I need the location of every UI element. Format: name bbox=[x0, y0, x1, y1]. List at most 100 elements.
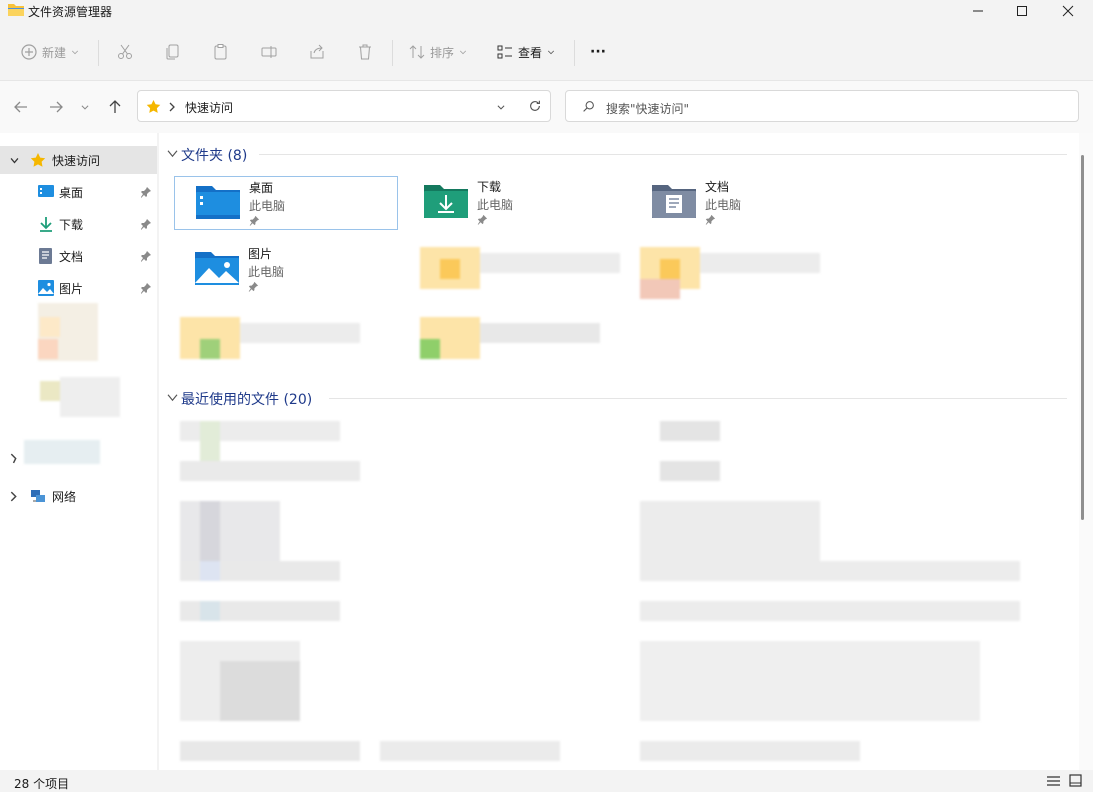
section-divider bbox=[259, 154, 1067, 155]
sidebar-item-network[interactable]: 网络 bbox=[0, 482, 157, 510]
more-button[interactable]: ··· bbox=[590, 38, 606, 66]
new-button[interactable]: 新建 bbox=[20, 38, 80, 66]
rename-button[interactable] bbox=[260, 38, 278, 66]
sidebar-item-quick-access[interactable]: 快速访问 bbox=[0, 146, 157, 174]
up-button[interactable] bbox=[104, 96, 126, 118]
minimize-button[interactable] bbox=[955, 0, 1001, 22]
close-button[interactable] bbox=[1045, 0, 1091, 22]
obscured-label bbox=[24, 440, 100, 464]
folder-icon bbox=[8, 4, 24, 16]
chevron-right-icon[interactable] bbox=[9, 453, 18, 464]
maximize-button[interactable] bbox=[999, 0, 1045, 22]
cut-button[interactable] bbox=[116, 38, 134, 66]
chevron-down-icon bbox=[81, 105, 89, 110]
folder-location: 此电脑 bbox=[249, 199, 286, 213]
arrow-right-icon bbox=[50, 101, 63, 113]
share-button[interactable] bbox=[308, 38, 326, 66]
tiles-view-icon[interactable] bbox=[1069, 774, 1082, 787]
star-icon bbox=[30, 153, 46, 167]
folder-tile-desktop[interactable]: 桌面 此电脑 bbox=[174, 176, 398, 230]
sidebar-item-desktop[interactable]: 桌面 bbox=[0, 178, 157, 206]
content-area: 文件夹 (8) 桌面 此电脑 下载 此电脑 文档 此电脑 图片 此电脑 最近使用… bbox=[159, 133, 1079, 770]
sidebar-item-label: 快速访问 bbox=[52, 154, 101, 168]
folder-name: 下载 bbox=[477, 180, 502, 194]
folder-name: 桌面 bbox=[249, 181, 274, 195]
chevron-down-icon bbox=[547, 50, 555, 55]
sidebar-item-label: 下载 bbox=[59, 218, 84, 232]
chevron-down-icon bbox=[71, 50, 79, 55]
toolbar-separator bbox=[392, 40, 393, 66]
picture-icon bbox=[38, 280, 54, 296]
sidebar-item-label: 图片 bbox=[59, 282, 84, 296]
paste-icon bbox=[214, 44, 227, 60]
copy-button[interactable] bbox=[164, 38, 182, 66]
forward-button[interactable] bbox=[45, 96, 67, 118]
window-title: 文件资源管理器 bbox=[28, 5, 113, 19]
section-divider bbox=[329, 398, 1067, 399]
sidebar-item-documents[interactable]: 文档 bbox=[0, 242, 157, 270]
star-icon bbox=[146, 99, 161, 113]
back-button[interactable] bbox=[10, 96, 32, 118]
chevron-right-icon[interactable] bbox=[9, 491, 18, 502]
sidebar-item-downloads[interactable]: 下载 bbox=[0, 210, 157, 238]
maximize-icon bbox=[1017, 6, 1027, 16]
share-icon bbox=[310, 44, 324, 59]
address-path[interactable]: 快速访问 bbox=[185, 99, 233, 116]
folder-tile-pictures[interactable]: 图片 此电脑 bbox=[174, 243, 398, 297]
obscured-folder-tile bbox=[420, 241, 620, 297]
arrow-up-icon bbox=[109, 100, 121, 113]
delete-button[interactable] bbox=[356, 38, 374, 66]
command-bar: 新建 排序 查看 ··· bbox=[0, 26, 1093, 78]
folder-tile-documents[interactable]: 文档 此电脑 bbox=[631, 176, 855, 230]
obscured-folder-tile bbox=[180, 311, 360, 361]
document-folder-icon bbox=[652, 185, 696, 218]
sort-button[interactable]: 排序 bbox=[408, 38, 468, 66]
plus-circle-icon bbox=[21, 44, 37, 60]
pin-icon bbox=[141, 219, 151, 230]
folder-location: 此电脑 bbox=[248, 265, 285, 279]
download-folder-icon bbox=[424, 185, 468, 218]
minimize-icon bbox=[973, 10, 983, 12]
refresh-icon[interactable] bbox=[528, 99, 542, 113]
view-button[interactable]: 查看 bbox=[496, 38, 556, 66]
chevron-down-icon[interactable] bbox=[496, 102, 506, 112]
obscured-recent-file bbox=[380, 741, 560, 761]
chevron-down-icon[interactable] bbox=[167, 149, 178, 158]
chevron-down-icon bbox=[459, 50, 467, 55]
sidebar-item-pictures[interactable]: 图片 bbox=[0, 274, 157, 302]
recent-locations-button[interactable] bbox=[76, 96, 94, 118]
search-placeholder[interactable]: 搜索"快速访问" bbox=[606, 100, 689, 117]
view-label: 查看 bbox=[518, 45, 543, 60]
recent-section-heading[interactable]: 最近使用的文件 (20) bbox=[181, 389, 312, 409]
document-icon bbox=[39, 248, 52, 264]
sidebar-item-this-pc[interactable] bbox=[0, 440, 157, 472]
paste-button[interactable] bbox=[212, 38, 230, 66]
close-icon bbox=[1062, 5, 1074, 17]
desktop-icon bbox=[38, 185, 54, 197]
address-bar[interactable]: 快速访问 bbox=[137, 90, 551, 122]
search-box[interactable]: 搜索"快速访问" bbox=[565, 90, 1079, 122]
folder-tile-downloads[interactable]: 下载 此电脑 bbox=[403, 176, 627, 230]
pin-icon bbox=[249, 215, 260, 226]
obscured-folder-tile bbox=[640, 241, 820, 299]
chevron-down-icon[interactable] bbox=[9, 155, 20, 166]
folder-location: 此电脑 bbox=[477, 198, 514, 212]
navigation-pane: 快速访问 桌面 下载 文档 图片 网络 bbox=[0, 133, 157, 770]
folder-location: 此电脑 bbox=[705, 198, 742, 212]
copy-icon bbox=[166, 44, 179, 60]
folders-section-heading[interactable]: 文件夹 (8) bbox=[181, 145, 247, 165]
scrollbar-thumb[interactable] bbox=[1081, 155, 1084, 520]
obscured-recent-files-list bbox=[180, 421, 360, 766]
sidebar-item-label: 网络 bbox=[52, 490, 77, 504]
trash-icon bbox=[359, 44, 371, 60]
folder-name: 文档 bbox=[705, 180, 730, 194]
more-icon: ··· bbox=[590, 44, 606, 60]
pin-icon bbox=[477, 214, 488, 225]
status-bar: 28 个项目 bbox=[0, 770, 1093, 791]
obscured-folder-tile bbox=[420, 311, 600, 361]
sidebar-item-label: 桌面 bbox=[59, 186, 84, 200]
details-view-icon[interactable] bbox=[1047, 775, 1060, 787]
arrow-left-icon bbox=[14, 101, 27, 113]
chevron-down-icon[interactable] bbox=[167, 393, 178, 402]
pin-icon bbox=[141, 251, 151, 262]
